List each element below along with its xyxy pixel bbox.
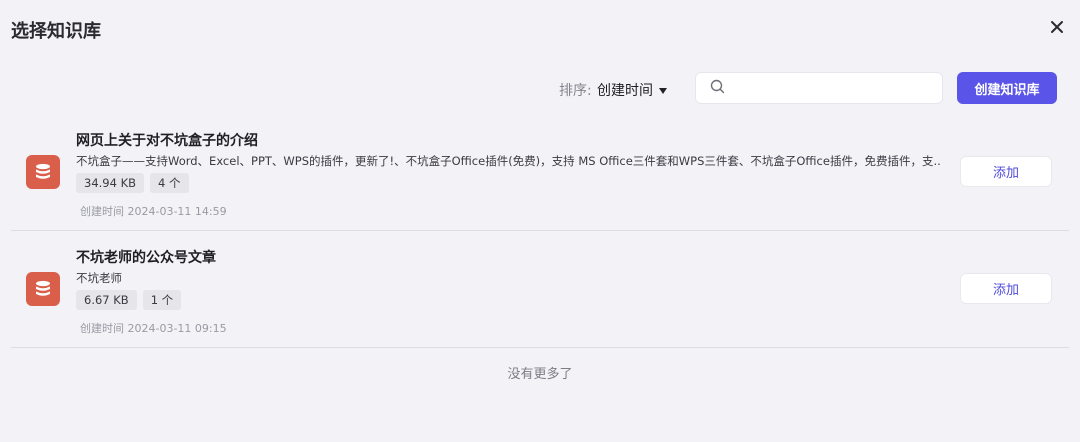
size-badge: 6.67 KB: [76, 290, 137, 310]
sort-label: 排序:: [559, 83, 592, 99]
sort-select[interactable]: 创建时间: [597, 80, 667, 100]
caret-down-icon: [659, 88, 667, 94]
created-time: 创建时间 2024-03-11 09:15: [80, 322, 227, 335]
item-name: 网页上关于对不坑盒子的介绍: [76, 133, 258, 149]
count-badge: 1 个: [142, 290, 182, 310]
item-description: 不坑盒子——支持Word、Excel、PPT、WPS的插件，更新了!、不坑盒子O…: [76, 154, 941, 168]
size-badge: 34.94 KB: [76, 173, 145, 193]
count-badge: 4 个: [150, 173, 189, 193]
database-icon: [26, 155, 60, 189]
item-description: 不坑老师: [76, 271, 122, 285]
add-button[interactable]: 添加: [960, 273, 1052, 304]
list-item: 不坑老师的公众号文章 不坑老师 6.67 KB 1 个 创建时间 2024-03…: [11, 231, 1069, 348]
no-more-text: 没有更多了: [507, 367, 573, 382]
item-name: 不坑老师的公众号文章: [76, 250, 216, 266]
search-icon: [710, 79, 725, 98]
knowledge-base-list: 网页上关于对不坑盒子的介绍 不坑盒子——支持Word、Excel、PPT、WPS…: [11, 114, 1069, 348]
created-time: 创建时间 2024-03-11 14:59: [80, 205, 227, 218]
add-button[interactable]: 添加: [960, 156, 1052, 187]
database-icon: [26, 272, 60, 306]
search-box[interactable]: [695, 72, 943, 104]
search-input[interactable]: [733, 80, 933, 96]
sort-value: 创建时间: [597, 83, 653, 99]
list-item: 网页上关于对不坑盒子的介绍 不坑盒子——支持Word、Excel、PPT、WPS…: [11, 114, 1069, 231]
dialog-title: 选择知识库: [11, 21, 101, 42]
create-knowledge-base-button[interactable]: 创建知识库: [957, 72, 1057, 104]
close-icon[interactable]: [1048, 18, 1066, 36]
